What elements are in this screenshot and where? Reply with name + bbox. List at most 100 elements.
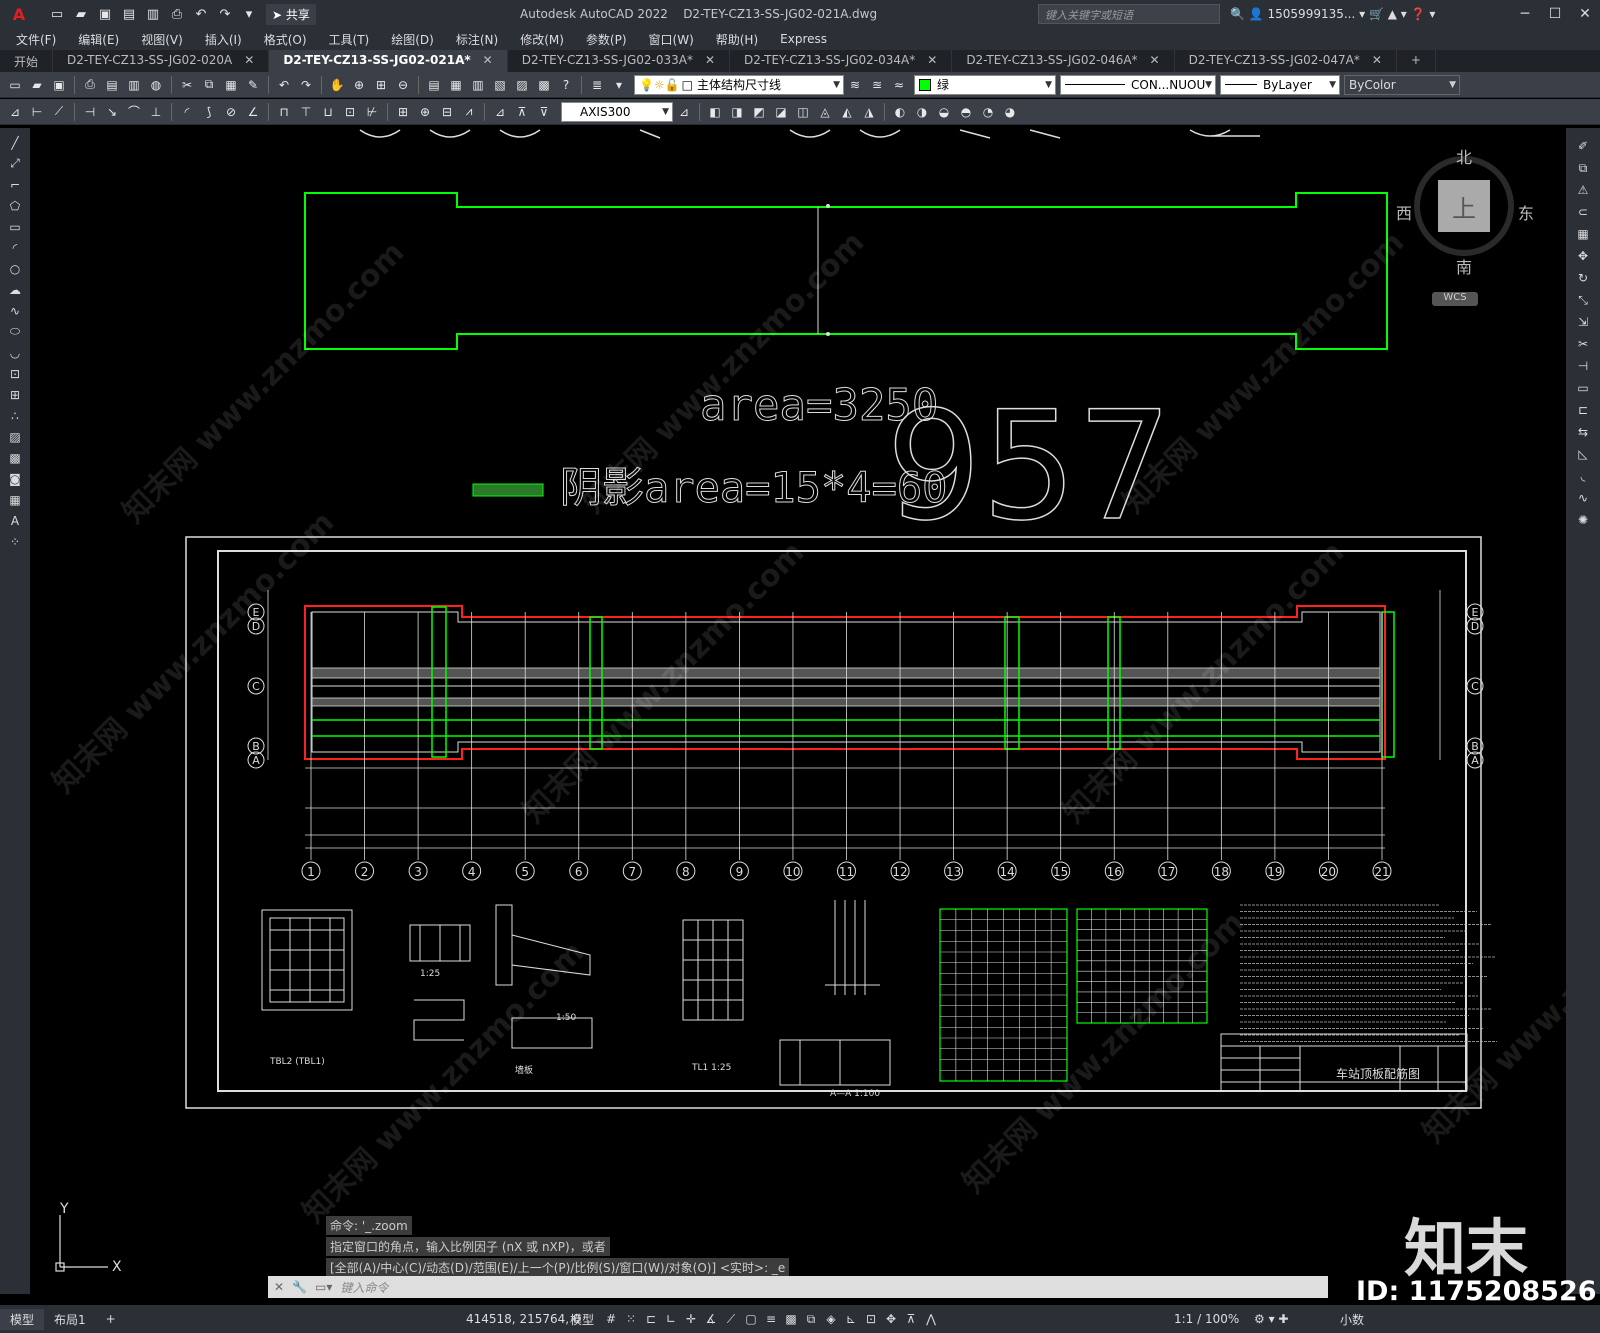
tool-palette-icon[interactable]: ▥ — [469, 76, 487, 94]
aligned-dim-icon[interactable]: ⟋ — [50, 103, 68, 121]
quick-dimension-icon[interactable]: ⊓ — [275, 103, 293, 121]
units-readout[interactable]: 小数 — [1340, 1311, 1364, 1328]
calculator-icon[interactable]: ▩ — [535, 76, 553, 94]
dim-edit-icon[interactable]: ⊿ — [491, 103, 509, 121]
rotate-icon[interactable]: ↻ — [1574, 270, 1592, 286]
layout-tab-layout1[interactable]: 布局1 — [44, 1309, 96, 1330]
search-input[interactable]: 键入关键字或短语 — [1038, 4, 1220, 24]
close-tab-icon[interactable]: ✕ — [1372, 53, 1382, 72]
add-selected-icon[interactable]: ⁘ — [6, 533, 24, 550]
lineweight-select[interactable]: ByLayer ▼ — [1220, 74, 1340, 95]
interfere-icon[interactable]: ◕ — [1001, 103, 1019, 121]
blend-icon[interactable]: ∿ — [1574, 490, 1592, 506]
globe-icon[interactable]: ◍ — [147, 76, 165, 94]
autocad-logo-icon[interactable]: A — [0, 0, 38, 28]
workspace-gear-icon[interactable]: ⚙ ▾ ✚ — [1254, 1312, 1288, 1326]
scale-icon[interactable]: ⤡ — [1574, 292, 1592, 308]
new-tab-icon[interactable]: + — [1397, 50, 1436, 72]
line-icon[interactable]: ╱ — [6, 134, 24, 151]
dim-space-icon[interactable]: ⊡ — [341, 103, 359, 121]
solid-wedge-icon[interactable]: ◨ — [728, 103, 746, 121]
file-tab[interactable]: D2-TEY-CZ13-SS-JG02-034A* ✕ — [730, 50, 953, 72]
layout-tab-model[interactable]: 模型 — [0, 1308, 45, 1330]
offset-icon[interactable]: ⊂ — [1574, 204, 1592, 220]
plot-icon[interactable]: ⎙ — [81, 76, 99, 94]
3d-osnap-icon[interactable]: ◈ — [824, 1312, 838, 1327]
menu-item[interactable]: 格式(O) — [264, 31, 307, 48]
chamfer-icon[interactable]: ◺ — [1574, 446, 1592, 462]
gizmo-icon[interactable]: ✥ — [884, 1312, 898, 1327]
region-icon[interactable]: ◙ — [6, 470, 24, 487]
fillet-icon[interactable]: ◟ — [1574, 468, 1592, 484]
save-file-icon[interactable]: ▣ — [50, 76, 68, 94]
close-icon[interactable]: ✕ — [274, 1280, 284, 1294]
layer-state-icon[interactable]: ▾ — [610, 76, 628, 94]
linear-dim-icon[interactable]: ⊢ — [28, 103, 46, 121]
zoom-realtime-icon[interactable]: ⊕ — [350, 76, 368, 94]
customize-icon[interactable]: ▾ — [240, 5, 258, 23]
explode-icon[interactable]: ✺ — [1574, 512, 1592, 528]
command-prompt-icon[interactable]: ▭▾ — [315, 1280, 332, 1294]
properties-icon[interactable]: ▤ — [425, 76, 443, 94]
cut-icon[interactable]: ✂ — [178, 76, 196, 94]
make-current-icon[interactable]: ≋ — [846, 76, 864, 94]
grid-icon[interactable]: # — [604, 1312, 618, 1327]
preview-icon[interactable]: ▤ — [103, 76, 121, 94]
polyline-icon[interactable]: ⌐ — [6, 176, 24, 193]
dim-jogged-icon[interactable]: ⟆ — [200, 103, 218, 121]
hatch-icon[interactable]: ▨ — [6, 428, 24, 445]
otrack-icon[interactable]: ⟋ — [724, 1312, 738, 1327]
file-tab[interactable]: D2-TEY-CZ13-SS-JG02-046A* ✕ — [952, 50, 1175, 72]
pan-icon[interactable]: ✋ — [328, 76, 346, 94]
close-icon[interactable]: ✕ — [1570, 6, 1600, 22]
compass-west[interactable]: 西 — [1396, 200, 1412, 224]
dim-text-edit-icon[interactable]: ⊼ — [513, 103, 531, 121]
user-account[interactable]: 🔍 👤 1505999135... ▾ 🛒 ▲ ▾ ❓ ▾ — [1230, 7, 1435, 21]
quick-dim-icon[interactable]: ⊿ — [6, 103, 24, 121]
mtext-icon[interactable]: A — [6, 512, 24, 529]
drawing-viewport[interactable]: area=3250 阴影area=15*4=60 957 1 2 3 4 5 6 7 8 9 10… — [30, 128, 1566, 1294]
make-block-icon[interactable]: ⊞ — [6, 386, 24, 403]
minimize-icon[interactable]: ─ — [1510, 6, 1540, 22]
file-tab[interactable]: D2-TEY-CZ13-SS-JG02-020A ✕ — [53, 50, 270, 72]
solid-cone-icon[interactable]: ◩ — [750, 103, 768, 121]
open-icon[interactable]: ▰ — [72, 5, 90, 23]
layer-select[interactable]: 💡 ☼ 🔓 □ 主体结构尺寸线 ▼ — [634, 74, 844, 95]
save-icon[interactable]: ▣ — [96, 5, 114, 23]
viewcube[interactable]: 北 南 东 西 上 WCS — [1394, 128, 1534, 306]
menu-item[interactable]: 标注(N) — [456, 31, 498, 48]
tolerance-icon[interactable]: ⊞ — [394, 103, 412, 121]
ellipse-icon[interactable]: ⬭ — [6, 323, 24, 340]
menu-item[interactable]: 编辑(E) — [78, 31, 119, 48]
slice-icon[interactable]: ◓ — [957, 103, 975, 121]
dim-arc-icon[interactable]: ⌒ — [125, 103, 143, 121]
table-icon[interactable]: ▦ — [6, 491, 24, 508]
close-tab-icon[interactable]: ✕ — [705, 53, 715, 72]
dim-linear-icon[interactable]: ⊣ — [81, 103, 99, 121]
center-mark-icon[interactable]: ⊕ — [416, 103, 434, 121]
match-prop-icon[interactable]: ✎ — [244, 76, 262, 94]
ortho-icon[interactable]: ∟ — [664, 1312, 678, 1327]
coordinates-readout[interactable]: 414518, 215764, 0 — [466, 1312, 581, 1326]
inspect-icon[interactable]: ⊟ — [438, 103, 456, 121]
redo-icon[interactable]: ↷ — [297, 76, 315, 94]
union-icon[interactable]: ◐ — [891, 103, 909, 121]
close-tab-icon[interactable]: ✕ — [483, 53, 493, 72]
stretch-icon[interactable]: ⇲ — [1574, 314, 1592, 330]
qnew-icon[interactable]: ▭ — [6, 76, 24, 94]
gradient-icon[interactable]: ▩ — [6, 449, 24, 466]
dim-radius-icon[interactable]: ◜ — [178, 103, 196, 121]
intersect-icon[interactable]: ◒ — [935, 103, 953, 121]
new-icon[interactable]: ▭ — [48, 5, 66, 23]
menu-item[interactable]: 帮助(H) — [716, 31, 758, 48]
dim-update-icon[interactable]: ⊽ — [535, 103, 553, 121]
selection-cycle-icon[interactable]: ⧉ — [804, 1312, 818, 1327]
undo-icon[interactable]: ↶ — [275, 76, 293, 94]
wcs-menu[interactable]: WCS — [1432, 292, 1478, 306]
share-button[interactable]: ➤ 共享 — [266, 3, 316, 25]
rectangle-icon[interactable]: ▭ — [6, 218, 24, 235]
join-icon[interactable]: ⇆ — [1574, 424, 1592, 440]
isodraft-icon[interactable]: ∡ — [704, 1312, 718, 1327]
move-icon[interactable]: ✥ — [1574, 248, 1592, 264]
polygon-icon[interactable]: ⬠ — [6, 197, 24, 214]
